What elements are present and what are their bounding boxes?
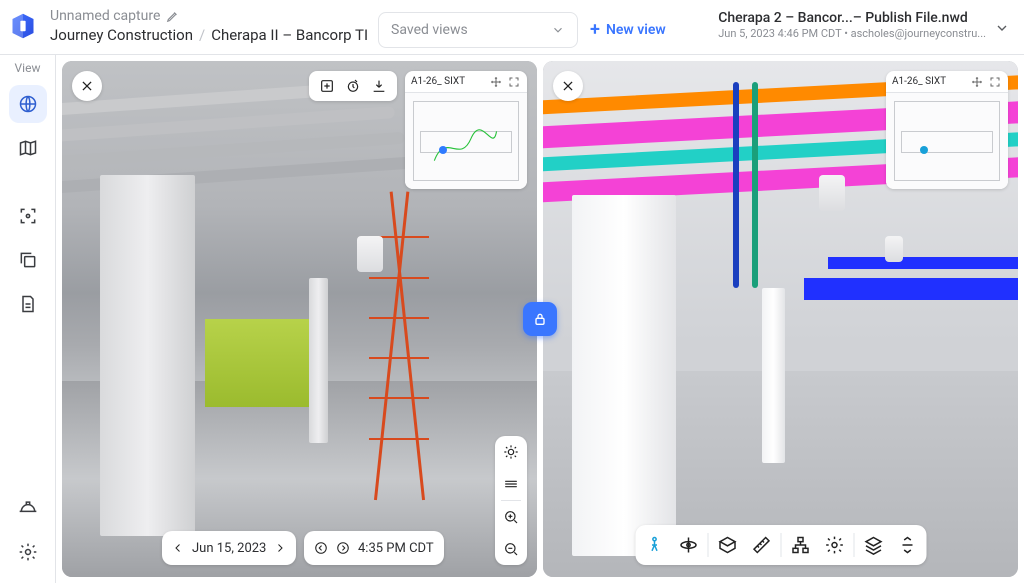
sidebar-document[interactable] [9,285,47,323]
bim-minimap[interactable]: A1-26_ SIXT [886,71,1008,189]
sidebar-map[interactable] [9,129,47,167]
plus-icon: + [590,21,600,39]
layers-icon[interactable] [495,468,527,500]
bim-toolbar [635,525,926,565]
sidebar-globe[interactable] [9,85,47,123]
date-chip: Jun 15, 2023 [162,531,296,565]
bim-pane[interactable]: A1-26_ SIXT [543,61,1018,577]
date-prev-icon[interactable] [172,542,184,554]
minimap-expand-icon[interactable] [507,75,521,89]
model-settings-icon[interactable] [823,534,845,556]
download-icon[interactable] [371,78,387,94]
time-chip: 4:35 PM CDT [304,531,444,565]
photo-minimap-title: A1-26_ SIXT [411,76,485,87]
file-chevron-icon[interactable] [994,20,1010,36]
file-title: Cherapa 2 – Bancor...– Publish File.nwd [718,10,986,27]
capture-name: Unnamed capture [50,8,160,24]
photo-right-toolbar [495,436,527,565]
photo-close-button[interactable] [72,71,102,101]
time-value[interactable]: 4:35 PM CDT [358,541,434,556]
walk-icon[interactable] [643,534,665,556]
app-logo[interactable] [6,9,40,43]
zoom-out-icon[interactable] [495,533,527,565]
zoom-in-icon[interactable] [495,501,527,533]
sidebar-copy[interactable] [9,241,47,279]
photo-top-toolbar [309,71,397,101]
photo-pane[interactable]: A1-26_ SIXT Jun 15, 2023 [62,61,537,577]
sidebar: View [0,55,56,583]
saved-views-dropdown[interactable]: Saved views [378,12,578,48]
model-tree-icon[interactable] [789,534,811,556]
sidebar-label: View [15,61,41,75]
brightness-icon[interactable] [495,436,527,468]
bim-close-button[interactable] [553,71,583,101]
minimap-expand-icon[interactable] [988,75,1002,89]
measure-icon[interactable] [750,534,772,556]
lock-sync-button[interactable] [523,302,557,336]
sidebar-hardhat[interactable] [9,489,47,527]
minimap-move-icon[interactable] [489,75,503,89]
pencil-icon[interactable] [166,9,180,23]
new-view-button[interactable]: + New view [590,21,666,39]
layers-toggle-icon[interactable] [862,534,884,556]
add-marker-icon[interactable] [319,78,335,94]
breadcrumb-project[interactable]: Cherapa II – Bancorp TI [211,26,368,44]
section-icon[interactable] [716,534,738,556]
photo-minimap[interactable]: A1-26_ SIXT [405,71,527,189]
time-next-icon[interactable] [336,541,350,555]
file-meta: Jun 5, 2023 4:46 PM CDT • ascholes@journ… [718,27,986,40]
orbit-icon[interactable] [677,534,699,556]
time-prev-icon[interactable] [314,541,328,555]
chevron-down-icon [551,23,565,37]
elevation-icon[interactable] [896,534,918,556]
breadcrumb-org[interactable]: Journey Construction [50,26,193,44]
sidebar-focus[interactable] [9,197,47,235]
date-next-icon[interactable] [274,542,286,554]
sidebar-settings[interactable] [9,533,47,571]
date-value[interactable]: Jun 15, 2023 [192,541,266,556]
breadcrumb: Journey Construction / Cherapa II – Banc… [50,26,368,44]
bim-minimap-title: A1-26_ SIXT [892,76,966,87]
timer-icon[interactable] [345,78,361,94]
minimap-move-icon[interactable] [970,75,984,89]
